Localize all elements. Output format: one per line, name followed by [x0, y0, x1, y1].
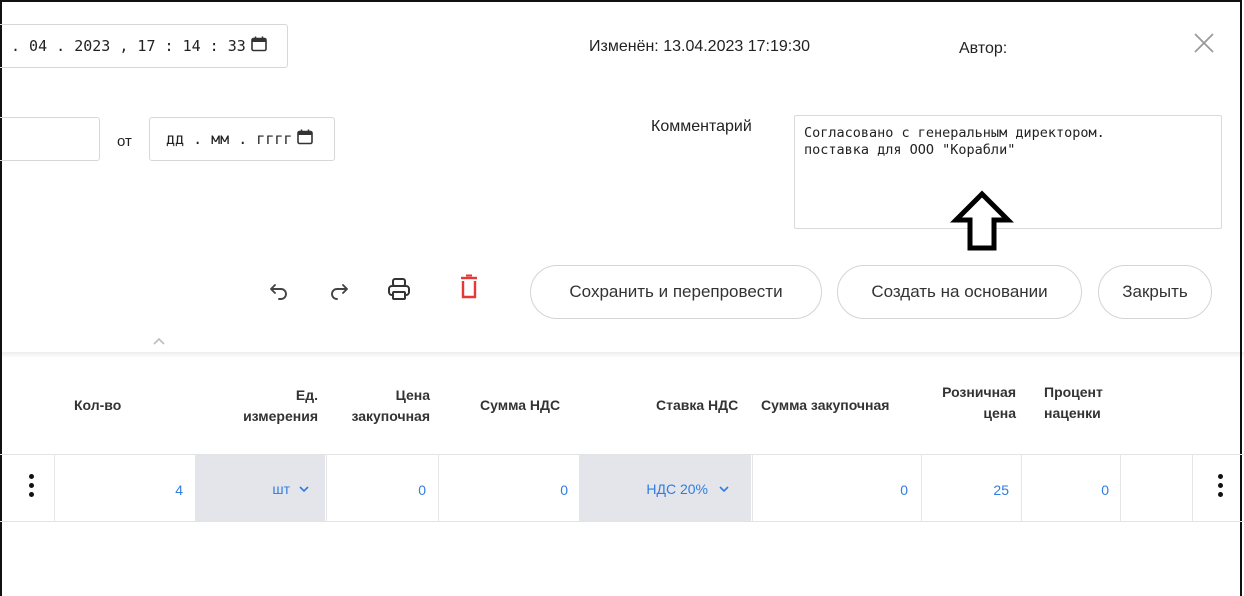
calendar-icon[interactable]	[296, 128, 314, 150]
row-menu-left-icon[interactable]	[28, 474, 34, 497]
markup-cell[interactable]: 0	[1025, 482, 1109, 498]
column-divider	[579, 454, 580, 522]
document-number-field[interactable]	[0, 117, 100, 161]
comment-label: Комментарий	[651, 118, 752, 135]
row-menu-right-icon[interactable]	[1217, 474, 1223, 497]
chevron-down-icon	[298, 480, 310, 498]
column-header-retail-price[interactable]: Розничная цена	[924, 382, 1016, 424]
column-divider	[1120, 454, 1121, 522]
calendar-icon[interactable]	[250, 35, 268, 57]
retail-price-cell[interactable]: 25	[925, 482, 1009, 498]
arrow-up-icon	[949, 190, 1015, 254]
column-divider	[326, 454, 327, 522]
column-header-purchase-price[interactable]: Цена закупочная	[330, 385, 430, 427]
create-based-on-button[interactable]: Создать на основании	[837, 265, 1082, 319]
print-icon[interactable]	[384, 274, 414, 304]
created-date-field[interactable]: . 04 . 2023 , 17 : 14 : 33	[0, 24, 288, 68]
chevron-down-icon	[718, 480, 730, 498]
document-date-placeholder: дд . мм . гггг	[166, 130, 293, 148]
column-header-retail-line1: Розничная	[942, 384, 1016, 400]
chevron-up-icon[interactable]	[150, 334, 168, 346]
column-header-vat-rate[interactable]: Ставка НДС	[656, 395, 738, 416]
column-header-price-line2: закупочная	[351, 408, 430, 424]
column-header-markup-line2: наценки	[1044, 405, 1101, 421]
qty-cell[interactable]: 4	[60, 482, 183, 498]
column-header-unit-line2: измерения	[243, 408, 318, 424]
vat-sum-cell[interactable]: 0	[442, 482, 568, 498]
column-divider	[1192, 454, 1193, 522]
column-header-markup-line1: Процент	[1044, 384, 1103, 400]
delete-icon[interactable]	[454, 272, 484, 302]
column-header-unit[interactable]: Ед. измерения	[226, 385, 318, 427]
from-label: от	[117, 133, 132, 150]
unit-select[interactable]: шт	[200, 480, 320, 498]
column-header-markup[interactable]: Процент наценки	[1044, 382, 1103, 424]
close-icon[interactable]	[1192, 31, 1216, 55]
vat-rate-value: НДС 20%	[646, 481, 708, 497]
column-header-retail-line2: цена	[983, 405, 1016, 421]
purchase-price-cell[interactable]: 0	[330, 482, 426, 498]
redo-icon[interactable]	[324, 275, 354, 305]
changed-timestamp: Изменён: 13.04.2023 17:19:30	[589, 38, 810, 55]
column-header-price-line1: Цена	[395, 387, 430, 403]
column-divider	[438, 454, 439, 522]
purchase-sum-cell[interactable]: 0	[756, 482, 908, 498]
save-and-repost-button[interactable]: Сохранить и перепровести	[530, 265, 822, 319]
document-date-field[interactable]: дд . мм . гггг	[149, 117, 335, 161]
column-divider	[54, 454, 55, 522]
author-label: Автор:	[959, 40, 1008, 57]
unit-value: шт	[272, 481, 290, 497]
column-header-vat-sum[interactable]: Сумма НДС	[480, 395, 560, 416]
column-divider	[752, 454, 753, 522]
column-divider	[921, 454, 922, 522]
vat-rate-select[interactable]: НДС 20%	[584, 480, 744, 498]
undo-icon[interactable]	[264, 275, 294, 305]
created-date-value: . 04 . 2023 , 17 : 14 : 33	[11, 37, 246, 55]
column-header-qty[interactable]: Кол-во	[74, 395, 121, 416]
section-divider	[0, 352, 1244, 358]
table-row-divider	[0, 521, 1244, 522]
column-divider	[1021, 454, 1022, 522]
close-button[interactable]: Закрыть	[1098, 265, 1212, 319]
column-divider	[195, 454, 196, 522]
column-header-purchase-sum[interactable]: Сумма закупочная	[761, 395, 889, 416]
column-header-unit-line1: Ед.	[295, 387, 318, 403]
